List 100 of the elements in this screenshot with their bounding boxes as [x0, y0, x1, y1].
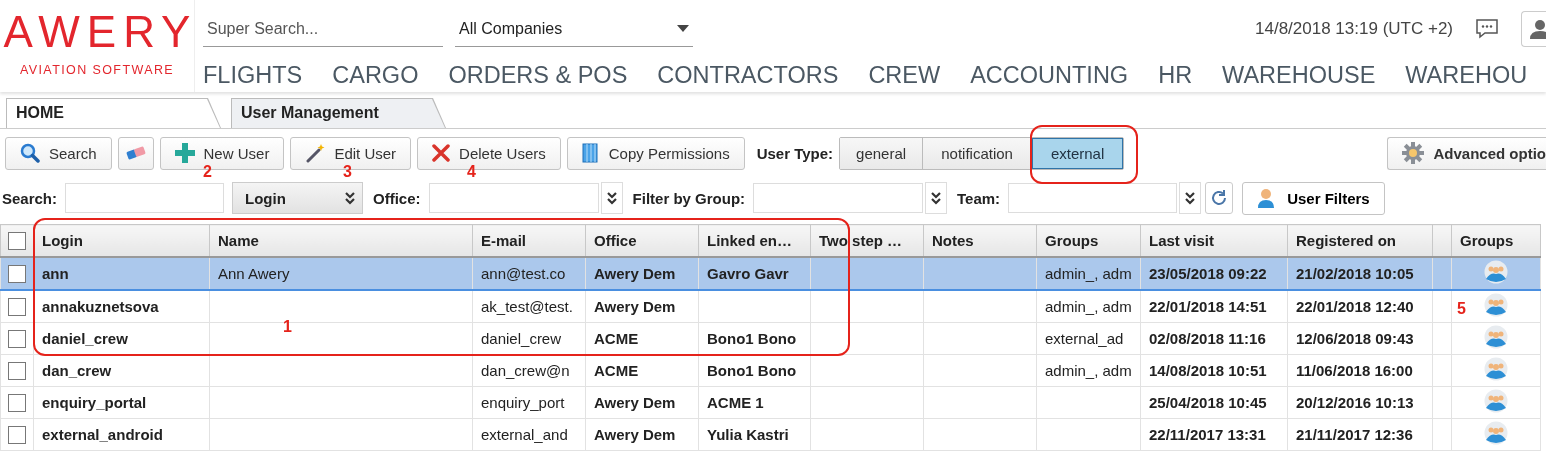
table-cell: 25/04/2018 10:45 — [1149, 394, 1267, 411]
column-header[interactable]: Notes — [932, 232, 974, 249]
table-cell: 21/02/2018 10:05 — [1296, 265, 1414, 282]
table-cell: 20/12/2016 10:13 — [1296, 394, 1414, 411]
group-filter-label: Filter by Group: — [632, 189, 746, 207]
search-by-select[interactable]: Login — [232, 182, 364, 214]
table-cell: 11/06/2018 16:00 — [1296, 362, 1413, 379]
refresh-button[interactable] — [1205, 182, 1234, 214]
tab[interactable]: User Management — [231, 98, 446, 128]
dropdown-button[interactable] — [600, 182, 623, 214]
table-cell: Yulia Kastri — [707, 426, 789, 443]
user-type-option[interactable]: general — [840, 137, 924, 169]
user-filters-button[interactable]: User Filters — [1242, 181, 1385, 215]
nav-item[interactable]: CARGO — [332, 61, 419, 89]
user-menu-button[interactable] — [1521, 11, 1546, 47]
row-checkbox[interactable] — [8, 329, 26, 348]
table-cell: ACME — [594, 362, 639, 379]
plus-icon — [174, 143, 195, 163]
person-icon — [1257, 188, 1276, 208]
table-cell: enquiry_portal — [42, 394, 147, 411]
table-cell: enquiry_port — [481, 394, 565, 411]
office-field[interactable] — [428, 183, 599, 213]
table-cell: Ann Awery — [218, 265, 290, 282]
nav-item[interactable]: FLIGHTS — [203, 61, 303, 89]
toolbar-button[interactable]: Copy Permissions — [566, 136, 745, 170]
magic-wand-icon — [305, 143, 326, 163]
table-cell: daniel_crew — [481, 330, 562, 347]
table-row[interactable]: ann Ann Awery ann@test.co Awery Dem Gavro Gavr admin_, adm 23/05/2018 09:22 21/02/2018 10:05 — [0, 257, 1541, 290]
search-icon — [20, 143, 40, 163]
caret-icon — [677, 25, 689, 32]
table-cell: 22/01/2018 14:51 — [1149, 298, 1267, 315]
tab[interactable]: HOME — [6, 98, 221, 128]
table-cell: Bono1 Bono — [707, 330, 797, 347]
dropdown-button[interactable] — [925, 182, 948, 214]
nav-item[interactable]: ACCOUNTING — [970, 61, 1129, 89]
group-icon — [1484, 421, 1508, 445]
table-cell: 23/05/2018 09:22 — [1149, 265, 1267, 282]
table-cell: Gavro Gavr — [707, 265, 789, 282]
table-cell: Awery Dem — [594, 426, 676, 443]
nav-item[interactable]: HR — [1158, 61, 1193, 89]
nav-item[interactable]: WAREHOUSE — [1222, 61, 1376, 89]
eraser-button[interactable] — [117, 136, 154, 170]
table-cell: admin_, adm — [1045, 265, 1132, 282]
eraser-icon — [124, 145, 147, 161]
row-checkbox[interactable] — [8, 393, 26, 412]
select-all-checkbox[interactable] — [8, 231, 26, 250]
search-field[interactable] — [65, 183, 225, 213]
column-header[interactable]: Name — [218, 232, 259, 249]
table-cell: ACME — [594, 330, 639, 347]
table-row[interactable]: external_android external_and Awery Dem Yulia Kastri 22/11/2017 13:31 21/11/2017 12:36 — [0, 418, 1541, 451]
row-checkbox[interactable] — [8, 425, 26, 444]
table-cell: ak_test@test. — [481, 298, 573, 315]
group-icon — [1484, 260, 1508, 284]
table-cell: 22/11/2017 13:31 — [1149, 426, 1266, 443]
user-type-option[interactable]: notification — [923, 137, 1033, 169]
table-row[interactable]: dan_crew dan_crew@n ACME Bono1 Bono admin_, adm 14/08/2018 10:51 11/06/2018 16:00 — [0, 354, 1541, 387]
table-cell: daniel_crew — [42, 330, 128, 347]
search-button[interactable]: Search — [5, 136, 112, 170]
office-label: Office: — [373, 189, 421, 207]
table-cell: Awery Dem — [594, 265, 676, 282]
table-cell: Awery Dem — [594, 298, 676, 315]
callout-number: 5 — [1457, 300, 1466, 318]
advanced-options-button[interactable]: Advanced optio — [1387, 136, 1546, 170]
group-filter-field[interactable] — [753, 183, 924, 213]
table-cell: 21/11/2017 12:36 — [1296, 426, 1413, 443]
column-header[interactable]: Office — [594, 232, 637, 249]
user-type-option[interactable]: external — [1032, 137, 1124, 169]
table-cell: ACME 1 — [707, 394, 764, 411]
group-icon — [1484, 389, 1508, 413]
nav-item[interactable]: CREW — [868, 61, 941, 89]
table-cell: Awery Dem — [594, 394, 676, 411]
nav-item[interactable]: CONTRACTORS — [657, 61, 839, 89]
nav-item[interactable]: WAREHOU — [1405, 61, 1528, 89]
user-type-label: User Type: — [756, 144, 834, 162]
column-header[interactable]: Login — [42, 232, 83, 249]
datetime: 14/8/2018 13:19 (UTC +2) — [1255, 19, 1453, 39]
table-cell: external_ad — [1045, 330, 1124, 347]
table-cell: 14/08/2018 10:51 — [1149, 362, 1267, 379]
company-select[interactable]: All Companies — [455, 11, 693, 47]
nav-item[interactable]: ORDERS & POS — [448, 61, 628, 89]
table-cell: 12/06/2018 09:43 — [1296, 330, 1414, 347]
chat-icon[interactable] — [1475, 18, 1499, 40]
table-cell: ann@test.co — [481, 265, 566, 282]
refresh-icon — [1210, 189, 1229, 207]
group-icon — [1484, 325, 1508, 349]
table-cell: external_android — [42, 426, 163, 443]
search-label: Search: — [2, 189, 58, 207]
logo-tagline: AVIATION SOFTWARE — [19, 63, 175, 77]
table-cell: admin_, adm — [1045, 362, 1132, 379]
row-checkbox[interactable] — [8, 264, 26, 283]
row-checkbox[interactable] — [8, 297, 26, 316]
table-cell: ann — [42, 265, 69, 282]
row-checkbox[interactable] — [8, 361, 26, 380]
table-cell: external_and — [481, 426, 568, 443]
double-chevron-icon — [930, 191, 943, 205]
dropdown-button[interactable] — [1179, 182, 1202, 214]
group-icon — [1484, 293, 1508, 317]
team-field[interactable] — [1008, 183, 1178, 213]
table-cell: 22/01/2018 12:40 — [1296, 298, 1414, 315]
table-row[interactable]: enquiry_portal enquiry_port Awery Dem ACME 1 25/04/2018 10:45 20/12/2016 10:13 — [0, 386, 1541, 419]
